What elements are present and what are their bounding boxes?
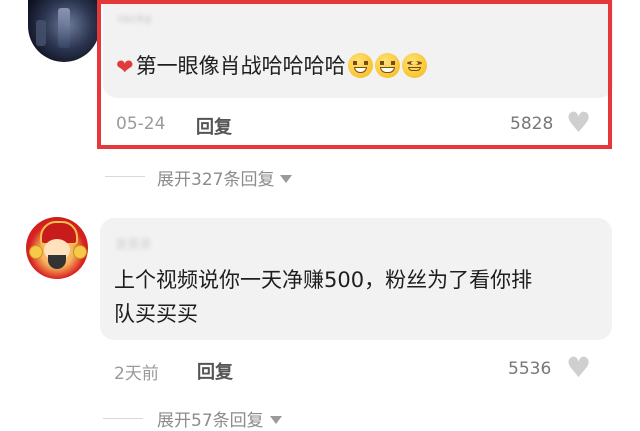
expand-divider-1: [105, 176, 145, 177]
expand-caret-icon: [280, 175, 293, 183]
expand-replies-2-label: 展开57条回复: [157, 411, 264, 431]
expand-caret-icon: [269, 416, 282, 424]
expand-replies-1[interactable]: 展开327条回复: [157, 165, 293, 190]
like-heart-icon[interactable]: ♥: [566, 354, 591, 382]
comment-username-2[interactable]: 贝贝贝: [116, 236, 152, 252]
expand-divider-2: [103, 418, 143, 419]
comment-text-2-line1: 上个视频说你一天净赚500，粉丝为了看你排: [114, 268, 533, 292]
comment-text-2-line2: 队买买买: [114, 302, 198, 326]
avatar-user-1[interactable]: [28, 0, 100, 62]
avatar-beard: [48, 255, 66, 269]
comment-date-2: 2天前: [114, 364, 159, 384]
expand-replies-2[interactable]: 展开57条回复: [157, 406, 282, 431]
avatar-coin: [29, 245, 43, 259]
avatar-user-2[interactable]: [26, 217, 88, 279]
expand-replies-1-label: 展开327条回复: [157, 170, 275, 190]
avatar-coin: [73, 245, 87, 259]
reply-button-2[interactable]: 回复: [197, 358, 233, 384]
highlight-box: [97, 0, 612, 149]
like-count-2: 5536: [508, 359, 552, 379]
